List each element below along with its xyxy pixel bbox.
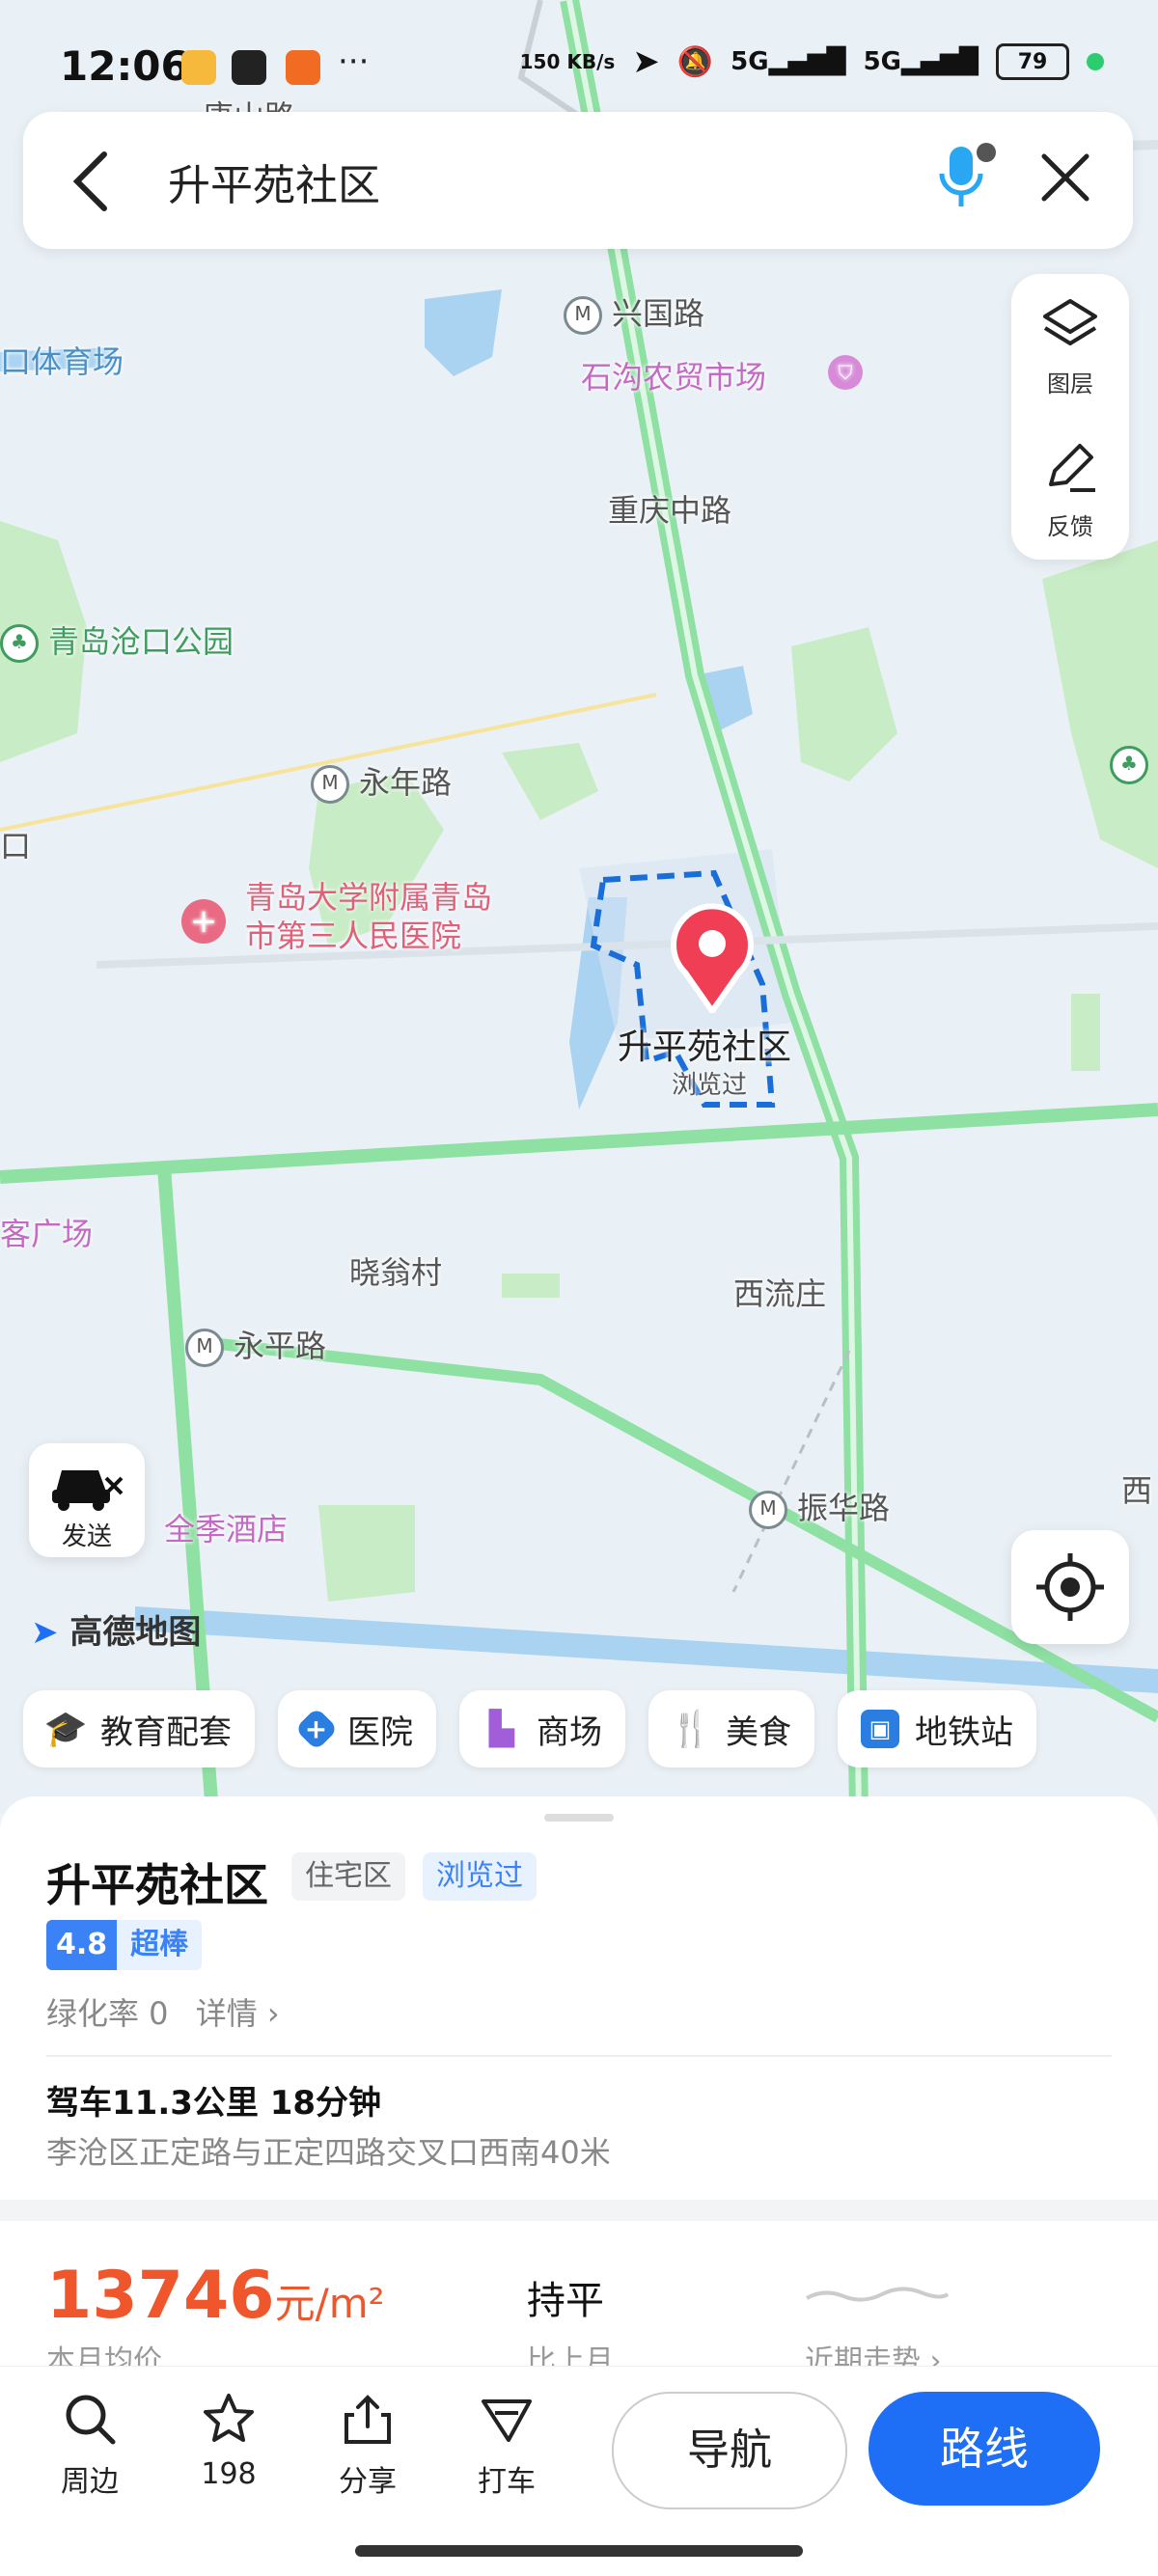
close-button[interactable] [1027,139,1104,216]
metro-icon: M [311,765,349,804]
shopping-icon[interactable]: ⛉ [828,355,863,390]
hospital-cross-icon: + [294,1707,339,1751]
chip-education[interactable]: 🎓 教育配套 [23,1690,255,1768]
taxi-flag-icon [482,2399,532,2442]
nearby-button[interactable]: 周边 [37,2392,143,2500]
price-trend: 持平 [527,2279,604,2323]
navigate-button[interactable]: 导航 [612,2392,847,2509]
layers-icon [1043,299,1097,345]
map-label-plaza[interactable]: 客广场 [0,1210,93,1254]
map-label-stadium[interactable]: 口体育场 [0,338,124,382]
feedback-button[interactable]: 反馈 [1011,417,1129,552]
net-speed: 150 KB/s [519,50,616,73]
map-label-cangkou-park[interactable]: ♣ 青岛沧口公园 [0,617,234,663]
place-name: 升平苑社区 [46,1859,268,1911]
car-icon [52,1470,124,1511]
back-button[interactable] [62,143,129,220]
sheet-handle[interactable] [544,1814,614,1822]
app-notification-icon [286,50,320,85]
star-icon [204,2394,254,2442]
map-tools-panel: 图层 反馈 [1011,274,1129,560]
navigation-arrow-icon: ➤ [31,1613,59,1652]
category-chips: 🎓 教育配套 + 医院 ▙ 商场 🍴 美食 ▣ 地铁站 [23,1690,1036,1768]
subway-icon: ▣ [861,1710,899,1748]
map-label-xi: 西 [1121,1472,1153,1509]
voice-search-button[interactable] [930,139,998,216]
place-type-tag: 住宅区 [291,1852,405,1901]
signal-icon: 5G▂▄▆█ [863,47,979,76]
chip-hospital[interactable]: + 医院 [278,1690,436,1768]
share-icon [345,2395,391,2444]
location-arrow-icon: ➤ [632,42,660,81]
pencil-icon [1049,444,1095,492]
map-label-hospital[interactable]: + 青岛大学附属青岛 市第三人民医院 [181,878,492,955]
chip-food[interactable]: 🍴 美食 [648,1690,814,1768]
map-label-viewed: 浏览过 [672,1071,748,1100]
section-separator [0,2200,1158,2221]
viewed-tag: 浏览过 [423,1852,537,1901]
map-label-zhenhua-road[interactable]: M 振华路 [749,1484,890,1529]
my-location-button[interactable] [1011,1530,1129,1644]
map-label-shigou-market[interactable]: 石沟农贸市场 [581,353,766,397]
route-button[interactable]: 路线 [868,2392,1100,2506]
divider [46,2055,1112,2057]
metro-icon: M [564,296,602,335]
map-label-xiaoweng: 晓翁村 [349,1254,443,1291]
location-pin-icon[interactable] [664,897,760,1013]
rating-word: 超棒 [117,1920,203,1970]
map-canvas[interactable]: 唐山路 M兴国路 石沟农贸市场 ⛉ 口体育场 重庆中路 ♣青岛沧口公园 ♣ M永… [0,0,1158,1814]
amap-logo: ➤ 高德地图 [31,1613,202,1652]
layers-button[interactable]: 图层 [1011,274,1129,409]
search-icon [66,2395,116,2445]
map-label-chongqing-road: 重庆中路 [608,492,732,529]
privacy-dot [1087,53,1104,70]
more-notifications-icon: ··· [338,42,370,81]
map-label-kou: 口 [0,828,32,864]
status-time: 12:06 [60,42,189,90]
park-icon: ♣ [0,624,39,663]
fork-knife-icon: 🍴 [669,1710,713,1749]
metro-icon: M [185,1329,224,1367]
mute-icon: 🔕 [676,44,714,79]
map-label-yongping-road[interactable]: M 永平路 [185,1322,326,1367]
chevron-right-icon: › [266,1995,280,2032]
home-indicator[interactable] [355,2545,803,2557]
metro-icon: M [749,1491,787,1529]
greening-rate[interactable]: 绿化率 0 详情 › [46,1989,280,2034]
rating-badge[interactable]: 4.8 超棒 [46,1920,203,1970]
map-label-hotel[interactable]: 全季酒店 [164,1505,288,1549]
search-query[interactable]: 升平苑社区 [168,151,380,212]
app-notification-icon [181,50,216,85]
crosshair-icon [1036,1553,1104,1621]
share-button[interactable]: 分享 [315,2392,421,2500]
graduation-cap-icon: 🎓 [43,1710,88,1749]
bottom-action-bar: 周边 198 分享 打车 导航 路线 [0,2366,1158,2529]
hospital-icon: + [181,899,226,944]
search-bar[interactable]: 升平苑社区 [23,112,1133,249]
drive-info: 驾车11.3公里 18分钟 [46,2084,382,2123]
microphone-icon [939,143,996,206]
map-label-xiliu: 西流庄 [733,1275,827,1312]
average-price: 13746元/m² [46,2258,385,2334]
signal-icon: 5G▂▄▆█ [731,47,846,76]
send-to-car-button[interactable]: 发送 [29,1443,145,1557]
mall-icon: ▙ [488,1710,515,1748]
map-label-yongnian-road[interactable]: M 永年路 [311,758,452,804]
rating-score: 4.8 [46,1920,118,1970]
battery-icon: 79 [996,43,1069,80]
status-right: 150 KB/s ➤ 🔕 5G▂▄▆█ 5G▂▄▆█ 79 [520,42,1104,81]
map-label-xingguo-road[interactable]: M 兴国路 [564,289,704,335]
chip-mall[interactable]: ▙ 商场 [459,1690,625,1768]
chip-metro[interactable]: ▣ 地铁站 [838,1690,1036,1768]
place-address: 李沧区正定路与正定四路交叉口西南40米 [46,2134,611,2171]
taxi-button[interactable]: 打车 [454,2392,560,2500]
details-link[interactable]: 详情 [196,1995,258,2032]
app-notification-icon [232,50,266,85]
close-icon [1041,153,1089,202]
favorite-button[interactable]: 198 [176,2392,282,2491]
map-label-poi[interactable]: 升平苑社区 [618,1019,791,1069]
chevron-left-icon [72,151,107,211]
park-icon: ♣ [1110,746,1148,784]
trend-sparkline [806,2287,950,2302]
